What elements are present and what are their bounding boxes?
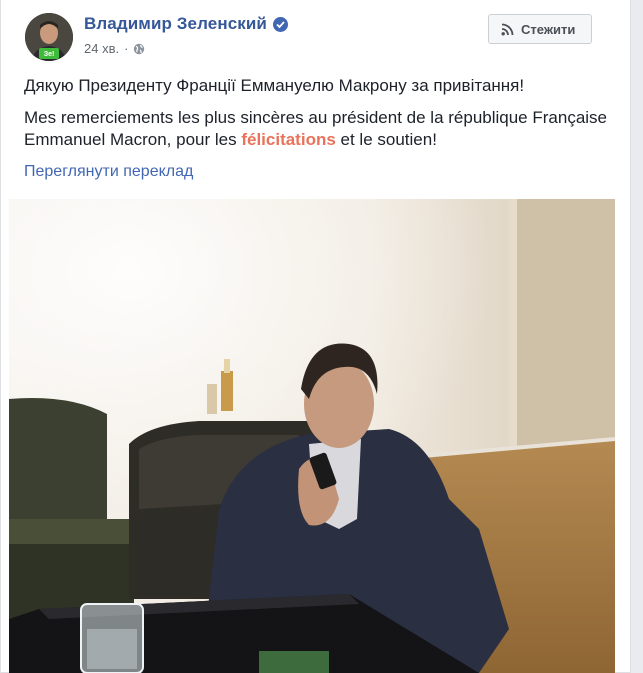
- author-avatar[interactable]: Зе!: [25, 13, 73, 61]
- avatar-badge-text: Зе!: [44, 51, 55, 58]
- post-text-ukrainian: Дякую Президенту Франції Еммануелю Макро…: [24, 76, 525, 95]
- dot-separator: ·: [124, 41, 129, 56]
- post-timestamp[interactable]: 24 хв.: [84, 41, 119, 56]
- see-translation-link[interactable]: Переглянути переклад: [24, 163, 193, 181]
- verified-badge-icon: [273, 17, 288, 32]
- post-text-french: Mes remerciements les plus sincères au p…: [24, 107, 624, 151]
- follow-button[interactable]: Стежити: [488, 14, 592, 44]
- facebook-post: Зе! Владимир Зеленский 24 хв. · Стежити …: [0, 0, 631, 673]
- photo-scene: [9, 199, 615, 673]
- follow-label: Стежити: [521, 21, 576, 37]
- author-name[interactable]: Владимир Зеленский: [84, 14, 267, 34]
- post-photo[interactable]: [9, 199, 615, 673]
- highlight-word: félicitations: [241, 130, 336, 149]
- page-background-gutter: [631, 0, 643, 673]
- french-text-end: et le soutien!: [335, 130, 437, 149]
- globe-icon[interactable]: [133, 43, 145, 55]
- post-meta: 24 хв. ·: [84, 41, 145, 56]
- avatar-image: Зе!: [25, 13, 73, 61]
- rss-icon: [501, 23, 514, 35]
